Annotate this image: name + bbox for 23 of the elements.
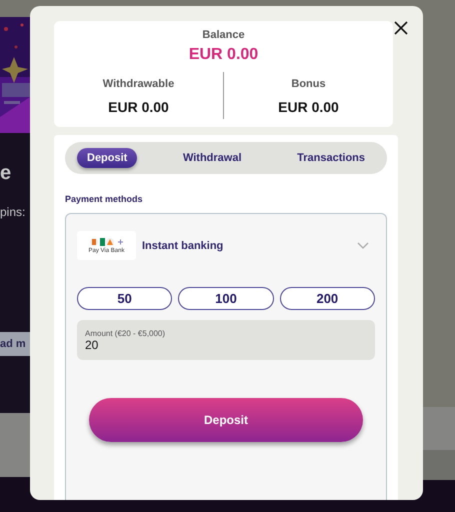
section-label: Payment methods	[65, 194, 144, 204]
page-heading: e	[0, 161, 12, 185]
tab[interactable]: Deposit	[77, 148, 138, 168]
amount-input[interactable]: 20	[85, 338, 367, 352]
read-more-button[interactable]: ad m	[0, 332, 30, 356]
amount-preset-button[interactable]: 200	[280, 287, 375, 310]
field-label: Amount (€20 - €5,000)	[85, 329, 166, 338]
payment-method-name[interactable]: Instant banking	[142, 240, 357, 252]
amount-preset-button[interactable]: 50	[77, 287, 172, 310]
balance-value: EUR 0.00	[188, 46, 258, 64]
amount-preset-button[interactable]: 100	[178, 287, 274, 310]
balance-label: Withdrawable	[102, 78, 174, 90]
amount-field[interactable]: Amount (€20 - €5,000) 20	[77, 320, 375, 360]
balance-value: EUR 0.00	[278, 99, 339, 117]
balance-value: EUR 0.00	[108, 99, 169, 117]
tab[interactable]: Transactions	[287, 148, 375, 168]
tab[interactable]: Withdrawal	[172, 148, 252, 168]
close-icon[interactable]	[394, 21, 408, 35]
deposit-button[interactable]: Deposit	[89, 398, 363, 442]
page-text: pins:	[0, 205, 26, 219]
balance-label: Bonus	[291, 78, 326, 90]
balance-label: Balance	[202, 29, 245, 41]
page-band	[0, 413, 30, 477]
